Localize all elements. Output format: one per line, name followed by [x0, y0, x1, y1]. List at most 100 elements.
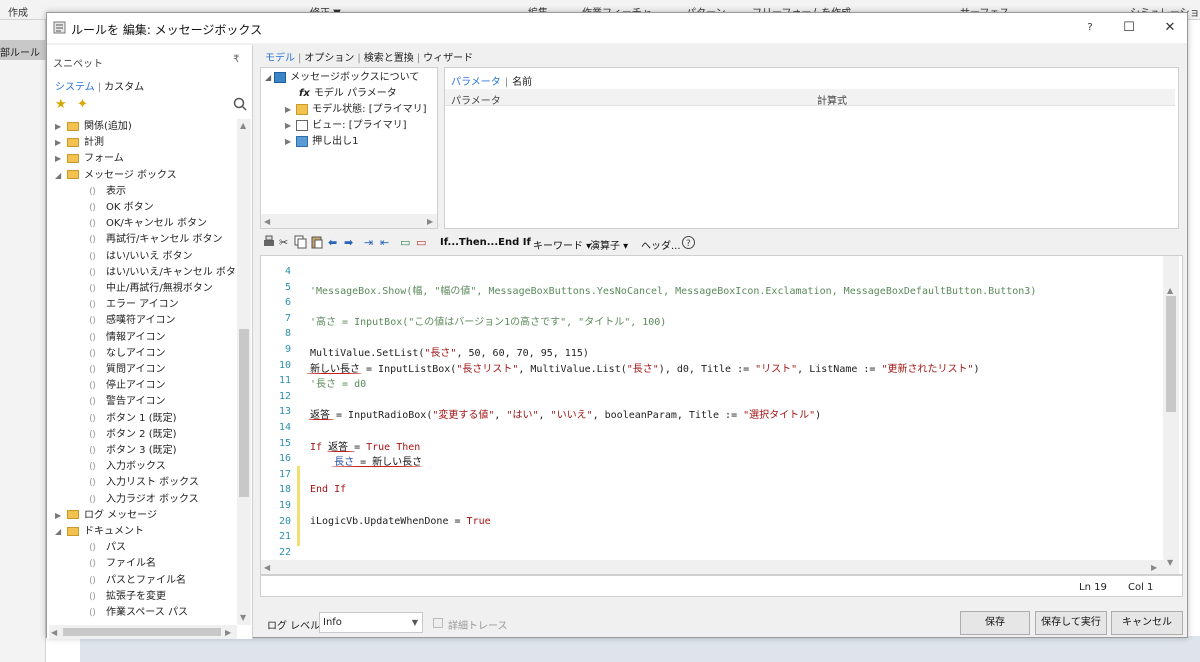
print-icon[interactable] — [262, 235, 276, 251]
code-vscrollbar[interactable]: ▲ ▼ — [1163, 256, 1179, 574]
detail-trace-checkbox[interactable] — [433, 618, 443, 628]
snippet-item[interactable]: ⟨⟩ なしアイコン — [89, 346, 166, 362]
code-line[interactable]: End If — [310, 484, 346, 495]
collapse-arrow-icon[interactable]: ◢ — [55, 168, 67, 184]
code-line[interactable]: If 返答 = True Then — [310, 438, 420, 453]
model-tree-item-model-state[interactable]: ▶ モデル状態: [プライマリ] — [285, 102, 427, 118]
cancel-button[interactable]: キャンセル — [1111, 611, 1183, 635]
snippet-item[interactable]: ⟨⟩ パス — [89, 540, 126, 556]
snippet-folder[interactable]: ▶ 関係(追加) — [55, 119, 132, 135]
code-line[interactable]: 'MessageBox.Show(幅, "幅の値", MessageBoxBut… — [310, 282, 1036, 297]
paste-icon[interactable] — [310, 235, 324, 251]
snippet-item[interactable]: ⟨⟩ ボタン 1 (既定) — [89, 411, 177, 427]
snippet-item[interactable]: ⟨⟩ 作業スペース パス — [89, 605, 188, 621]
ribbon-tab-create[interactable]: 作成 — [8, 4, 28, 19]
header-button[interactable]: ヘッダ... — [641, 237, 681, 252]
snippet-folder[interactable]: ◢ メッセージ ボックス — [55, 168, 177, 184]
operators-dropdown[interactable]: 演算子 ▾ — [590, 237, 628, 252]
model-tree-root[interactable]: ◢ メッセージボックスについて — [265, 70, 419, 86]
snippet-folder[interactable]: ◢ ドキュメント — [55, 524, 144, 540]
snippet-item[interactable]: ⟨⟩ 再試行/キャンセル ボタン — [89, 232, 223, 248]
comment-icon[interactable]: ▭ — [400, 235, 410, 251]
favorite-add-icon[interactable]: ✦ — [77, 97, 88, 112]
snippet-item[interactable]: ⟨⟩ 感嘆符アイコン — [89, 313, 176, 329]
snippet-item[interactable]: ⟨⟩ ボタン 2 (既定) — [89, 427, 177, 443]
snippet-item[interactable]: ⟨⟩ はい/いいえ ボタン — [89, 249, 193, 265]
snippet-item[interactable]: ⟨⟩ 入力ラジオ ボックス — [89, 492, 199, 508]
model-tree-item-extrusion[interactable]: ▶ 押し出し1 — [285, 134, 359, 150]
snippet-folder[interactable]: ▶ ログ メッセージ — [55, 508, 157, 524]
snippet-folder[interactable]: ▶ 計測 — [55, 135, 104, 151]
if-then-snippet-button[interactable]: If...Then...End If — [440, 237, 531, 248]
tab-custom[interactable]: カスタム — [104, 82, 144, 93]
tab-system[interactable]: システム — [55, 82, 95, 93]
collapse-arrow-icon[interactable]: ◢ — [55, 524, 67, 540]
favorite-star-icon[interactable]: ★ — [55, 97, 67, 112]
scroll-thumb[interactable] — [63, 628, 221, 636]
snippet-item[interactable]: ⟨⟩ 警告アイコン — [89, 394, 166, 410]
tab-parameters[interactable]: パラメータ — [451, 77, 501, 88]
redo-icon[interactable]: ➡ — [344, 235, 353, 251]
tab-wizard[interactable]: ウィザード — [423, 53, 473, 64]
tab-find-replace[interactable]: 検索と置換 — [364, 53, 414, 64]
help-button[interactable]: ? — [1079, 17, 1101, 39]
model-tree-item-view[interactable]: ▶ ビュー: [プライマリ] — [285, 118, 407, 134]
expand-arrow-icon[interactable]: ▶ — [55, 119, 67, 135]
log-level-select[interactable]: Info ▼ — [319, 612, 423, 633]
copy-icon[interactable] — [294, 235, 308, 251]
uncomment-icon[interactable]: ▭ — [416, 235, 426, 251]
outdent-icon[interactable]: ⇤ — [380, 235, 389, 251]
snippet-item[interactable]: ⟨⟩ ボタン 3 (既定) — [89, 443, 177, 459]
snippet-item[interactable]: ⟨⟩ 入力ボックス — [89, 459, 166, 475]
snippet-folder[interactable]: ▶ フォーム — [55, 151, 124, 167]
model-tree-item-parameters[interactable]: fx モデル パラメータ — [299, 86, 397, 102]
snippet-item[interactable]: ⟨⟩ パスとファイル名 — [89, 573, 186, 589]
pin-icon[interactable]: ₹ — [233, 54, 239, 65]
code-line[interactable]: iLogicVb.UpdateWhenDone = True — [310, 516, 491, 527]
close-button[interactable]: ✕ — [1159, 17, 1181, 39]
snippet-item[interactable]: ⟨⟩ OK ボタン — [89, 200, 154, 216]
tab-options[interactable]: オプション — [304, 53, 354, 64]
snippet-item[interactable]: ⟨⟩ ファイル名 — [89, 556, 156, 572]
snippet-tree-vscrollbar[interactable]: ▲ ▼ — [237, 119, 251, 625]
search-icon[interactable] — [233, 97, 247, 111]
undo-icon[interactable]: ⬅ — [328, 235, 337, 251]
snippet-item[interactable]: ⟨⟩ 情報アイコン — [89, 330, 166, 346]
expand-arrow-icon[interactable]: ▶ — [55, 508, 67, 524]
code-line[interactable]: 返答 = InputRadioBox("変更する値", "はい", "いいえ",… — [310, 406, 821, 421]
tab-model[interactable]: モデル — [265, 53, 295, 64]
snippet-tree-hscrollbar[interactable]: ◀ ▶ — [49, 625, 237, 639]
save-and-run-button[interactable]: 保存して実行 — [1035, 611, 1107, 635]
keywords-dropdown[interactable]: キーワード ▾ — [533, 237, 591, 252]
scroll-thumb[interactable] — [1166, 296, 1176, 412]
snippet-item[interactable]: ⟨⟩ はい/いいえ/キャンセル ボタン — [89, 265, 237, 281]
line-number: 14 — [278, 422, 291, 433]
snippet-label: OK ボタン — [106, 202, 154, 213]
snippet-item[interactable]: ⟨⟩ エラー アイコン — [89, 297, 179, 313]
tab-names[interactable]: 名前 — [512, 77, 532, 88]
expand-arrow-icon[interactable]: ▶ — [55, 135, 67, 151]
code-hscrollbar[interactable]: ◀ ▶ — [261, 560, 1163, 574]
snippet-item[interactable]: ⟨⟩ 入力リスト ボックス — [89, 475, 199, 491]
code-editor[interactable]: 4 5 'MessageBox.Show(幅, "幅の値", MessageBoxB… — [260, 255, 1183, 575]
column-parameter[interactable]: パラメータ — [451, 92, 501, 107]
help-icon[interactable]: ? — [681, 235, 696, 251]
expand-arrow-icon[interactable]: ▶ — [55, 151, 67, 167]
snippet-item[interactable]: ⟨⟩ OK/キャンセル ボタン — [89, 216, 207, 232]
model-tree-hscrollbar[interactable]: ◀ ▶ — [261, 214, 437, 228]
code-line[interactable]: 新しい長さ = InputListBox("長さリスト", MultiValue… — [310, 360, 980, 375]
column-formula[interactable]: 計算式 — [817, 92, 847, 107]
code-line[interactable]: '長さ = d0 — [310, 375, 366, 390]
snippet-item[interactable]: ⟨⟩ 停止アイコン — [89, 378, 166, 394]
snippet-item[interactable]: ⟨⟩ 質問アイコン — [89, 362, 166, 378]
snippet-item[interactable]: ⟨⟩ 拡張子を変更 — [89, 589, 166, 605]
scroll-thumb[interactable] — [239, 329, 249, 497]
cut-icon[interactable]: ✂ — [279, 235, 288, 251]
code-line[interactable]: MultiValue.SetList("長さ", 50, 60, 70, 95,… — [310, 344, 589, 359]
code-line[interactable]: '高さ = InputBox("この値はバージョン1の高さです", "タイトル"… — [310, 313, 666, 328]
maximize-button[interactable]: ☐ — [1118, 17, 1140, 39]
indent-icon[interactable]: ⇥ — [364, 235, 373, 251]
snippet-item[interactable]: ⟨⟩ 表示 — [89, 184, 126, 200]
snippet-item[interactable]: ⟨⟩ 中止/再試行/無視ボタン — [89, 281, 213, 297]
save-button[interactable]: 保存 — [960, 611, 1030, 635]
